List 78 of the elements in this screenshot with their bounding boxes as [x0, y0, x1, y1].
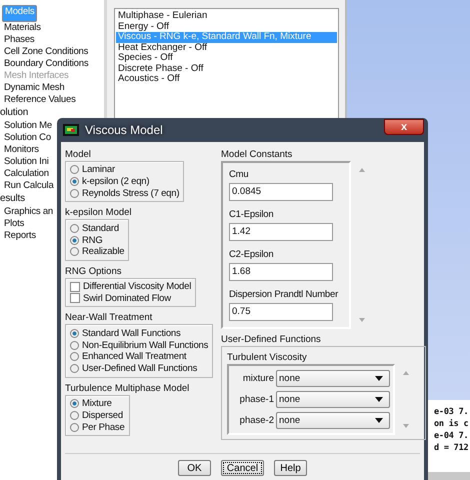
- option-label: Laminar: [82, 164, 115, 176]
- dropdown[interactable]: none: [276, 391, 390, 408]
- group-title: Near-Wall Treatment: [65, 311, 152, 324]
- caret-icon: [375, 397, 383, 402]
- tree-item[interactable]: Phases: [0, 34, 104, 46]
- model-item[interactable]: Discrete Phase - Off: [116, 64, 337, 74]
- radio-button[interactable]: [70, 236, 79, 245]
- option-label: RNG: [82, 234, 103, 246]
- field-label: phase-2: [238, 415, 274, 426]
- model-item[interactable]: Heat Exchanger - Off: [116, 42, 337, 53]
- radio-button[interactable]: [70, 188, 79, 198]
- dialog-title: Viscous Model: [85, 123, 163, 137]
- caret-icon: [375, 376, 383, 381]
- field-label: Cmu: [229, 169, 250, 180]
- field-label: mixture: [242, 373, 274, 384]
- option-label: Mixture: [82, 398, 112, 409]
- dropdown[interactable]: none: [276, 370, 390, 387]
- group-title: RNG Options: [65, 264, 122, 278]
- group-title: Turbulent Viscosity: [227, 351, 307, 364]
- tree-item[interactable]: Materials: [0, 22, 104, 34]
- model-item[interactable]: Acoustics - Off: [116, 74, 337, 84]
- radio-button[interactable]: [70, 224, 79, 233]
- input-field[interactable]: 1.68: [229, 263, 333, 281]
- tree-item[interactable]: Dynamic Mesh: [0, 82, 104, 94]
- tree-item[interactable]: olution: [0, 107, 104, 119]
- option-label: Standard: [82, 222, 119, 234]
- radio-button[interactable]: [70, 352, 79, 362]
- radio-button[interactable]: [70, 177, 79, 186]
- radio-button[interactable]: [70, 328, 79, 338]
- group-title: Model: [65, 148, 91, 161]
- console-line: d = 712: [434, 442, 470, 454]
- option-label: Per Phase: [82, 422, 125, 433]
- option-label: Standard Wall Functions: [82, 328, 181, 339]
- option-label: Realizable: [82, 246, 124, 258]
- option-label: Non-Equilibrium Wall Functions: [82, 340, 208, 351]
- input-field[interactable]: 0.0845: [229, 183, 333, 201]
- group-title: k-epsilon Model: [65, 206, 132, 220]
- checkbox[interactable]: [70, 282, 80, 292]
- input-field[interactable]: 0.75: [229, 303, 333, 321]
- radio-button[interactable]: [70, 247, 79, 256]
- option-label: k-epsilon (2 eqn): [82, 176, 150, 188]
- field-label: C2-Epsilon: [229, 249, 274, 260]
- input-field[interactable]: 1.42: [229, 223, 333, 241]
- field-label: phase-1: [238, 394, 274, 405]
- radio-button[interactable]: [70, 422, 79, 432]
- tree-item[interactable]: Boundary Conditions: [0, 58, 104, 70]
- option-label: Reynolds Stress (7 eqn): [82, 188, 180, 199]
- group-title: Turbulence Multiphase Model: [65, 382, 190, 395]
- dialog-button[interactable]: OK: [178, 460, 211, 476]
- tree-item[interactable]: Cell Zone Conditions: [0, 46, 104, 58]
- group-title: User-Defined Functions: [221, 333, 321, 346]
- radio-button[interactable]: [70, 165, 79, 174]
- option-label: Enhanced Wall Treatment: [82, 351, 186, 362]
- dialog-button[interactable]: Help: [274, 460, 308, 476]
- group-title: Model Constants: [221, 148, 292, 161]
- dialog-button[interactable]: Cancel: [220, 460, 264, 476]
- option-label: Differential Viscosity Model: [83, 281, 192, 292]
- model-item[interactable]: Multiphase - Eulerian: [116, 11, 337, 22]
- field-label: Dispersion Prandtl Number: [229, 289, 340, 300]
- option-label: Swirl Dominated Flow: [83, 292, 171, 304]
- console-line: on is c: [434, 418, 470, 430]
- model-item[interactable]: Energy - Off: [116, 22, 337, 32]
- console-line: e-03 7.: [434, 406, 470, 418]
- console-line: e-04 7.: [434, 430, 470, 442]
- app-icon: [63, 124, 79, 136]
- radio-button[interactable]: [70, 398, 79, 408]
- radio-button[interactable]: [70, 364, 79, 374]
- radio-button[interactable]: [70, 340, 79, 350]
- option-label: Dispersed: [82, 410, 123, 421]
- radio-button[interactable]: [70, 410, 79, 420]
- tree-item[interactable]: Reference Values: [0, 94, 104, 106]
- caret-icon: [375, 418, 383, 423]
- checkbox[interactable]: [70, 293, 80, 304]
- close-button[interactable]: x: [384, 119, 424, 135]
- dropdown[interactable]: none: [276, 412, 390, 429]
- option-label: User-Defined Wall Functions: [82, 363, 198, 374]
- field-label: C1-Epsilon: [229, 209, 274, 220]
- model-item[interactable]: Species - Off: [116, 53, 337, 64]
